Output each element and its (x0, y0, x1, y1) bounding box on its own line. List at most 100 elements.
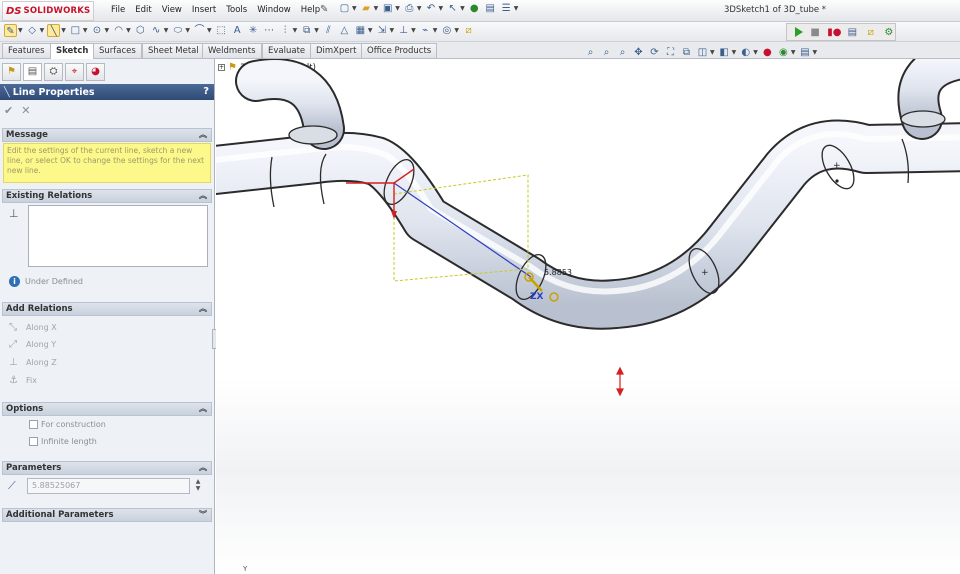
previous-view-icon[interactable]: ⌕ (616, 46, 629, 59)
relation-along-z[interactable]: ⊥ Along Z (9, 357, 57, 368)
length-input[interactable]: 5.88525067 (27, 478, 190, 494)
infinite-length-option[interactable]: Infinite length (29, 437, 97, 446)
chevron-down-icon[interactable]: ▼ (18, 27, 23, 34)
chevron-down-icon[interactable]: ▼ (390, 27, 395, 34)
record-macro-icon[interactable]: ▮● (827, 26, 841, 39)
rectangle-icon[interactable]: □ (69, 24, 82, 37)
rotate-icon[interactable]: ⟳ (648, 46, 661, 59)
tab-evaluate[interactable]: Evaluate (262, 43, 312, 58)
chevron-down-icon[interactable]: ▼ (710, 49, 715, 56)
move-entities-icon[interactable]: ⇲ (376, 24, 389, 37)
plane-icon[interactable]: ⬚ (215, 24, 228, 37)
chevron-down-icon[interactable]: ▼ (105, 27, 110, 34)
additional-parameters-header[interactable]: Additional Parameters ︾ (2, 508, 212, 522)
3d-sketch-icon[interactable]: ✎ (4, 24, 17, 37)
section-view-icon[interactable]: ⛶ (664, 46, 677, 59)
existing-relations-list[interactable] (28, 205, 208, 267)
collapse-icon[interactable]: ︽ (199, 129, 207, 141)
options-header[interactable]: Options ︽ (2, 402, 212, 416)
smart-dimension-icon[interactable]: ◇ (26, 24, 39, 37)
chevron-down-icon[interactable]: ▼ (185, 27, 190, 34)
chevron-down-icon[interactable]: ▼ (417, 5, 422, 12)
chevron-down-icon[interactable]: ▼ (411, 27, 416, 34)
repair-sketch-icon[interactable]: ⌁ (419, 24, 432, 37)
parameters-header[interactable]: Parameters ︽ (2, 461, 212, 475)
display-style-icon[interactable]: ◧ (718, 46, 731, 59)
display-manager-tab-icon[interactable]: ◕ (86, 63, 105, 81)
apply-scene-icon[interactable]: ◉ (777, 46, 790, 59)
menu-file[interactable]: File (106, 5, 130, 15)
relation-along-y[interactable]: ⤢ Along Y (9, 339, 56, 350)
print-icon[interactable]: ⎙ (403, 2, 416, 15)
customize-macro-icon[interactable]: ⚙ (883, 26, 895, 39)
point-icon[interactable]: ✳ (247, 24, 260, 37)
tab-surfaces[interactable]: Surfaces (93, 43, 142, 58)
for-construction-option[interactable]: For construction (29, 420, 106, 429)
chevron-down-icon[interactable]: ▼ (439, 5, 444, 12)
relation-along-x[interactable]: ⤡ Along X (9, 322, 57, 333)
chevron-down-icon[interactable]: ▼ (164, 27, 169, 34)
new-macro-icon[interactable]: ▤ (846, 26, 858, 39)
linear-pattern-icon[interactable]: ▦ (354, 24, 367, 37)
centerline-icon[interactable]: ⋯ (263, 24, 276, 37)
undo-icon[interactable]: ↶ (425, 2, 438, 15)
chevron-down-icon[interactable]: ▼ (40, 27, 45, 34)
spline-icon[interactable]: ∿ (150, 24, 163, 37)
infinite-length-checkbox[interactable] (29, 437, 38, 446)
menu-edit[interactable]: Edit (130, 5, 156, 15)
arc-icon[interactable]: ◠ (112, 24, 125, 37)
edit-macro-icon[interactable]: ⧄ (865, 26, 877, 39)
menu-window[interactable]: Window (252, 5, 296, 15)
view-settings-icon[interactable]: ▤ (799, 46, 812, 59)
zoom-to-area-icon[interactable]: ⌕ (600, 46, 613, 59)
chevron-down-icon[interactable]: ▼ (514, 5, 519, 12)
relation-fix[interactable]: ⚓ Fix (9, 375, 37, 386)
open-folder-icon[interactable]: ▰ (360, 2, 373, 15)
stop-macro-icon[interactable]: ■ (809, 26, 821, 39)
chevron-down-icon[interactable]: ▼ (207, 27, 212, 34)
rapid-sketch-icon[interactable]: ⧄ (462, 24, 475, 37)
options-icon[interactable]: ☰ (500, 2, 513, 15)
convert-entities-icon[interactable]: ⧉ (300, 24, 313, 37)
collapse-icon[interactable]: ︽ (199, 462, 207, 474)
chevron-down-icon[interactable]: ▼ (791, 49, 796, 56)
tab-office-products[interactable]: Office Products (361, 43, 438, 58)
menu-tools[interactable]: Tools (221, 5, 252, 15)
chevron-down-icon[interactable]: ▼ (732, 49, 737, 56)
dynamic-annotation-icon[interactable]: ⧉ (680, 46, 693, 59)
chevron-down-icon[interactable]: ▼ (395, 5, 400, 12)
pan-icon[interactable]: ✥ (632, 46, 645, 59)
menu-view[interactable]: View (157, 5, 187, 15)
menu-insert[interactable]: Insert (187, 5, 221, 15)
tab-sketch[interactable]: Sketch (50, 43, 95, 59)
chevron-down-icon[interactable]: ▼ (126, 27, 131, 34)
new-document-icon[interactable]: ▢ (338, 2, 351, 15)
property-manager-tab-icon[interactable]: ▤ (23, 63, 42, 81)
display-relations-icon[interactable]: ⊥ (397, 24, 410, 37)
length-spinner[interactable]: ▲ ▼ (192, 478, 204, 494)
tab-features[interactable]: Features (2, 43, 51, 58)
chevron-down-icon[interactable]: ▼ (454, 27, 459, 34)
polygon-icon[interactable]: ⬡ (134, 24, 147, 37)
collapse-icon[interactable]: ︽ (199, 403, 207, 415)
graphics-area[interactable]: + ⚑ 3D_tube (Default) + + 5.8853 ZX Y (216, 59, 960, 574)
circle-icon[interactable]: ⊙ (91, 24, 104, 37)
zoom-to-fit-icon[interactable]: ⌕ (584, 46, 597, 59)
chevron-down-icon[interactable]: ▼ (83, 27, 88, 34)
for-construction-checkbox[interactable] (29, 420, 38, 429)
tube-model[interactable]: + + (216, 59, 960, 574)
chevron-down-icon[interactable]: ▼ (293, 27, 298, 34)
chevron-down-icon[interactable]: ▼ (368, 27, 373, 34)
select-pointer-icon[interactable]: ↖ (446, 2, 459, 15)
quick-snaps-icon[interactable]: ◎ (440, 24, 453, 37)
add-relations-header[interactable]: Add Relations ︽ (2, 302, 212, 316)
ellipse-icon[interactable]: ⬭ (171, 24, 184, 37)
help-button[interactable]: ? (203, 86, 209, 97)
rebuild-icon[interactable]: ● (468, 2, 481, 15)
hide-show-items-icon[interactable]: ◐ (739, 46, 752, 59)
chevron-down-icon[interactable]: ▼ (433, 27, 438, 34)
cancel-button[interactable]: ✕ (21, 104, 30, 117)
file-properties-icon[interactable]: ▤ (484, 2, 497, 15)
pin-icon[interactable]: ✎ (320, 4, 328, 15)
line-tool-icon[interactable]: ╲ (47, 24, 61, 37)
